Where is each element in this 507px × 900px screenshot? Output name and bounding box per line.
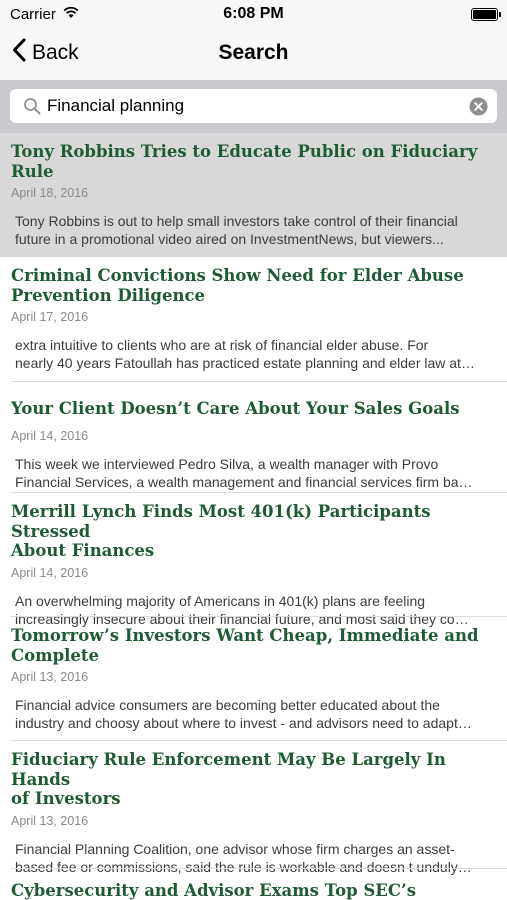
clear-icon[interactable] bbox=[469, 97, 488, 116]
article-date: April 13, 2016 bbox=[11, 813, 89, 828]
status-time: 6:08 PM bbox=[223, 5, 284, 22]
article-title: Tomorrow’s Investors Want Cheap, Immedia… bbox=[11, 626, 479, 665]
article-title: Cybersecurity and Advisor Exams Top SEC’… bbox=[11, 881, 417, 900]
search-icon bbox=[21, 95, 43, 117]
article-item[interactable]: Fiduciary Rule Enforcement May Be Largel… bbox=[0, 741, 507, 875]
back-label: Back bbox=[32, 41, 79, 64]
article-item[interactable]: Cybersecurity and Advisor Exams Top SEC’… bbox=[0, 869, 507, 900]
article-title: Your Client Doesn’t Care About Your Sale… bbox=[11, 399, 460, 418]
article-snippet: extra intuitive to clients who are at ri… bbox=[15, 337, 475, 371]
article-title: Merrill Lynch Finds Most 401(k) Particip… bbox=[11, 502, 431, 560]
article-snippet: This week we interviewed Pedro Silva, a … bbox=[15, 455, 473, 490]
article-item[interactable]: Your Client Doesn’t Care About Your Sale… bbox=[0, 382, 507, 493]
article-date: April 17, 2016 bbox=[11, 310, 89, 324]
article-item[interactable]: Tony Robbins Tries to Educate Public on … bbox=[0, 133, 507, 257]
back-button[interactable]: Back bbox=[12, 38, 79, 68]
status-bar: Carrier 6:08 PM bbox=[0, 0, 507, 30]
search-field[interactable] bbox=[10, 89, 497, 123]
chevron-left-icon bbox=[12, 38, 26, 68]
article-title: Criminal Convictions Show Need for Elder… bbox=[11, 266, 464, 305]
article-date: April 14, 2016 bbox=[11, 565, 89, 580]
article-item[interactable]: Criminal Convictions Show Need for Elder… bbox=[0, 257, 507, 382]
search-bar bbox=[0, 80, 507, 133]
article-title: Fiduciary Rule Enforcement May Be Largel… bbox=[11, 750, 446, 808]
search-input[interactable] bbox=[47, 96, 447, 116]
article-list: Tony Robbins Tries to Educate Public on … bbox=[0, 133, 507, 900]
article-snippet: Financial advice consumers are becoming … bbox=[15, 697, 472, 731]
article-snippet: Tony Robbins is out to help small invest… bbox=[15, 213, 458, 247]
article-title: Tony Robbins Tries to Educate Public on … bbox=[11, 142, 478, 181]
battery-icon bbox=[471, 8, 501, 21]
article-item[interactable]: Merrill Lynch Finds Most 401(k) Particip… bbox=[0, 493, 507, 627]
article-date: April 13, 2016 bbox=[11, 670, 89, 684]
article-date: April 14, 2016 bbox=[11, 428, 89, 443]
article-item[interactable]: Tomorrow’s Investors Want Cheap, Immedia… bbox=[0, 617, 507, 741]
navigation-bar: Back Search bbox=[0, 30, 507, 80]
article-date: April 18, 2016 bbox=[11, 186, 89, 200]
